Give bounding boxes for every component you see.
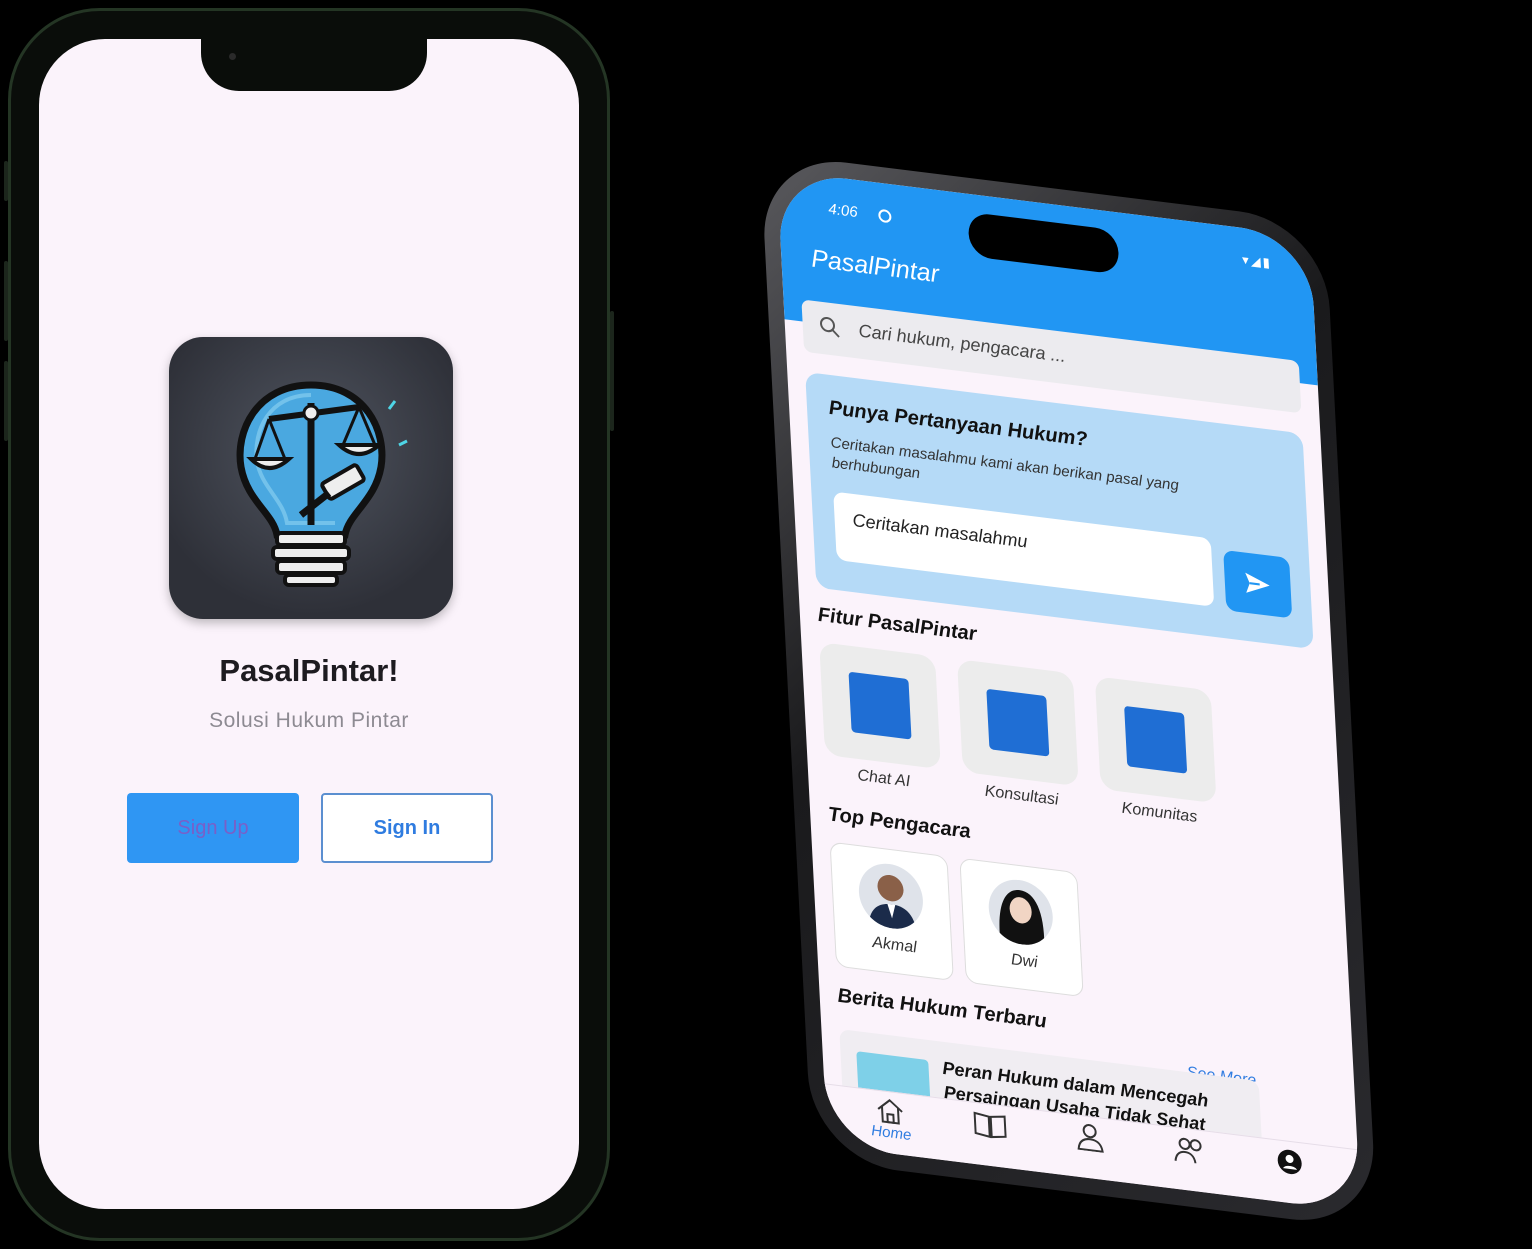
nav-home[interactable]: Home [855, 1094, 927, 1146]
welcome-screen: PasalPintar! Solusi Hukum Pintar Sign Up… [39, 39, 579, 1209]
feature-konsultasi[interactable]: Konsultasi [956, 659, 1080, 812]
sign-in-button[interactable]: Sign In [321, 793, 493, 863]
lawyer-card[interactable]: Akmal [829, 841, 954, 982]
send-button[interactable] [1223, 549, 1293, 619]
app-bar-title: PasalPintar [810, 244, 940, 289]
lawyer-name: Akmal [871, 933, 918, 957]
feature-komunitas[interactable]: Komunitas [1094, 676, 1218, 829]
search-placeholder: Cari hukum, pengacara ... [858, 320, 1066, 367]
nav-community[interactable] [1154, 1131, 1225, 1168]
app-subtitle: Solusi Hukum Pintar [209, 709, 409, 732]
app-title: PasalPintar! [219, 653, 399, 688]
feature-tile [956, 659, 1079, 787]
send-icon [1245, 572, 1270, 593]
community-icon [1124, 705, 1188, 774]
account-icon [1277, 1149, 1302, 1175]
avatar [857, 860, 925, 933]
nav-lawyer[interactable] [1054, 1119, 1125, 1156]
lawyer-icon [1077, 1124, 1104, 1153]
sign-up-button[interactable]: Sign Up [127, 793, 299, 863]
features-heading: Fitur PasalPintar [817, 603, 978, 646]
avatar [987, 876, 1055, 949]
nav-label: Home [870, 1122, 912, 1145]
notch [201, 39, 427, 91]
power-button [610, 311, 614, 431]
top-lawyers-heading: Top Pengacara [827, 803, 972, 844]
people-icon [1174, 1137, 1202, 1164]
lawyer-card[interactable]: Dwi [959, 857, 1084, 998]
status-signal-battery-icon: ▾◢▮ [1241, 251, 1273, 271]
feature-label: Komunitas [1121, 799, 1198, 827]
search-icon [820, 316, 840, 338]
volume-up-button [4, 261, 8, 341]
chat-ai-icon [848, 671, 912, 740]
home-screen: 4:06 ▾◢▮ PasalPintar Cari hukum, pengaca… [776, 170, 1361, 1212]
news-heading: Berita Hukum Terbaru [836, 984, 1048, 1033]
feature-chat-ai[interactable]: Chat AI [819, 641, 942, 795]
volume-down-button [4, 361, 8, 441]
consultation-icon [986, 688, 1050, 757]
feature-tile [819, 641, 941, 770]
feature-label: Konsultasi [984, 782, 1059, 809]
mute-switch [4, 161, 8, 201]
book-icon [973, 1111, 1007, 1139]
status-time: 4:06 [828, 200, 859, 222]
ask-question-card: Punya Pertanyaan Hukum? Ceritakan masala… [805, 371, 1314, 650]
person-avatar-icon [999, 890, 1045, 948]
lightbulb-scales-gavel-icon [236, 381, 408, 587]
app-logo [169, 337, 453, 619]
status-notification-icon [878, 208, 892, 224]
person-avatar-icon [868, 874, 917, 932]
lawyer-name: Dwi [1010, 951, 1039, 972]
feature-tile [1094, 676, 1217, 804]
phone-right-wrapper: 4:06 ▾◢▮ PasalPintar Cari hukum, pengaca… [650, 72, 1532, 1230]
home-icon [877, 1099, 903, 1125]
front-camera-icon [229, 53, 236, 60]
phone-right: 4:06 ▾◢▮ PasalPintar Cari hukum, pengaca… [760, 152, 1378, 1230]
nav-account[interactable] [1254, 1143, 1325, 1180]
feature-label: Chat AI [857, 766, 911, 791]
nav-library[interactable] [954, 1106, 1025, 1143]
phone-left: PasalPintar! Solusi Hukum Pintar Sign Up… [4, 8, 614, 1241]
